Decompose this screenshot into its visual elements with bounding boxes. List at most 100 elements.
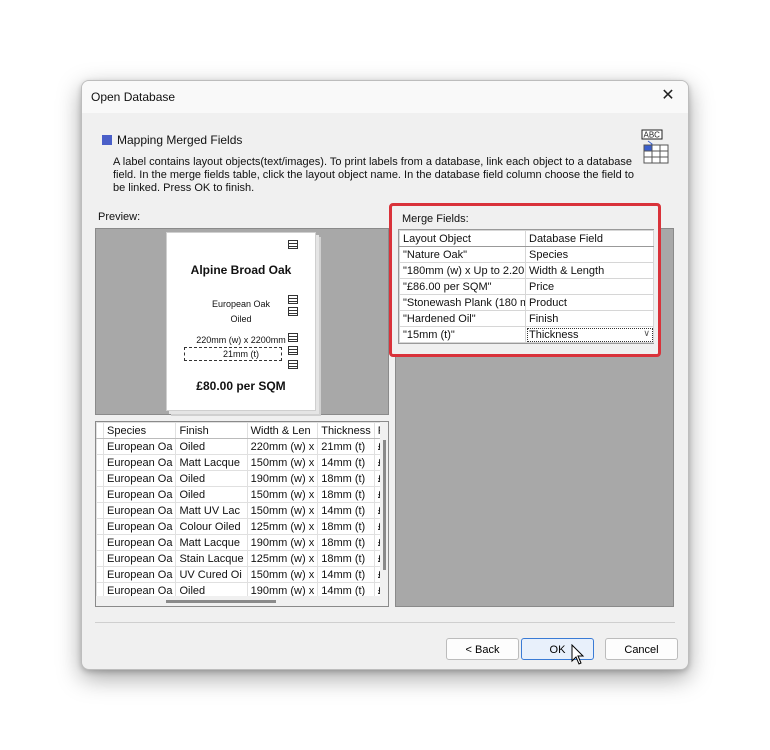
table-cell: UV Cured Oi [175,566,248,583]
row-indicator[interactable] [96,550,104,567]
cancel-button[interactable]: Cancel [605,638,678,660]
row-indicator[interactable] [96,566,104,583]
database-records-table[interactable]: Species Finish Width & Len Thickness Pr … [95,421,389,607]
layout-object-cell[interactable]: "Nature Oak" [399,246,526,263]
column-header-layout-object: Layout Object [399,230,526,247]
title-bar: Open Database ✕ [82,81,688,113]
mapping-icon [102,135,112,145]
layout-object-cell[interactable]: "15mm (t)" [399,326,526,343]
scrollbar-thumb[interactable] [383,440,386,570]
merge-row[interactable]: "Nature Oak" Species [399,246,654,263]
merge-fields-highlight: Merge Fields: Layout Object Database Fie… [389,203,661,357]
window-title: Open Database [91,90,176,104]
records-grid: Species Finish Width & Len Thickness Pr … [96,422,388,599]
merge-grid: Layout Object Database Field "Nature Oak… [399,230,654,343]
merge-row[interactable]: "Stonewash Plank (180 m Product [399,294,654,311]
row-indicator[interactable] [96,454,104,471]
table-cell: 18mm (t) [317,486,375,503]
preview-label: Preview: [98,211,141,223]
table-cell: 150mm (w) x [246,486,319,503]
table-cell: 125mm (w) x [246,550,319,567]
column-header[interactable]: Finish [175,422,248,439]
table-cell: European Oa [102,518,177,535]
table-cell: Matt Lacque [175,534,248,551]
chevron-down-icon[interactable]: ∨ [643,328,650,339]
table-row[interactable]: European Oa Stain Lacque 125mm (w) x 18mm (… [96,550,388,567]
table-cell: European Oa [102,454,177,471]
back-button[interactable]: < Back [446,638,519,660]
column-header[interactable]: Species [102,422,177,439]
table-cell: 18mm (t) [317,534,375,551]
table-cell: 18mm (t) [317,470,375,487]
database-field-icon [288,240,298,249]
table-cell: Oiled [175,470,248,487]
merge-row[interactable]: "£86.00 per SQM" Price [399,278,654,295]
scrollbar-thumb[interactable] [166,600,276,603]
layout-object-cell[interactable]: "180mm (w) x Up to 2.20 [399,262,526,279]
open-database-dialog: Open Database ✕ Mapping Merged Fields A … [81,80,689,670]
table-cell: 21mm (t) [317,438,375,455]
table-cell: 18mm (t) [317,518,375,535]
abc-table-icon: ABC [640,129,670,165]
column-header[interactable]: Width & Len [246,422,319,439]
close-icon[interactable]: ✕ [658,86,678,106]
database-field-cell[interactable]: Price [525,278,654,295]
table-row[interactable]: European Oa Matt UV Lac 150mm (w) x 14mm (t… [96,502,388,519]
table-cell: 18mm (t) [317,550,375,567]
label-preview: Alpine Broad Oak European Oak Oiled 220m… [95,228,389,415]
vertical-scrollbar[interactable] [380,422,388,606]
horizontal-scrollbar[interactable] [96,596,388,606]
row-indicator[interactable] [96,486,104,503]
merge-row[interactable]: "Hardened Oil" Finish [399,310,654,327]
column-header[interactable]: Thickness [317,422,375,439]
database-field-cell[interactable]: Product [525,294,654,311]
table-row[interactable]: European OaOiled220mm (w) x21mm (t)£8 [96,438,388,455]
table-cell: 150mm (w) x [246,566,319,583]
row-indicator[interactable] [96,438,104,455]
row-indicator[interactable] [96,502,104,519]
merge-fields-table[interactable]: Layout Object Database Field "Nature Oak… [398,229,654,344]
layout-object-cell[interactable]: "Stonewash Plank (180 m [399,294,526,311]
database-field-value: Thickness [529,328,579,341]
label-card: Alpine Broad Oak European Oak Oiled 220m… [166,232,316,411]
table-cell: 220mm (w) x [246,438,319,455]
table-cell: Oiled [175,486,248,503]
row-indicator[interactable] [96,518,104,535]
table-row[interactable]: European Oa Colour Oiled 125mm (w) x 18mm (… [96,518,388,535]
table-cell: European Oa [102,502,177,519]
database-field-cell[interactable]: Species [525,246,654,263]
table-cell: 150mm (w) x [246,454,319,471]
table-cell: European Oa [102,486,177,503]
database-field-cell[interactable]: Width & Length [525,262,654,279]
table-cell: Matt Lacque [175,454,248,471]
table-cell: 150mm (w) x [246,502,319,519]
table-cell: Oiled [175,438,248,455]
table-cell: Colour Oiled [175,518,248,535]
row-indicator-header [96,422,104,439]
table-row[interactable]: European OaOiled190mm (w) x18mm (t)£7 [96,470,388,487]
table-cell: European Oa [102,438,177,455]
section-description: A label contains layout objects(text/ima… [113,156,634,194]
database-field-cell[interactable]: Finish [525,310,654,327]
database-field-dropdown[interactable]: Thickness ∨ [525,326,654,343]
database-field-icon [288,307,298,316]
table-cell: 125mm (w) x [246,518,319,535]
table-cell: 190mm (w) x [246,470,319,487]
table-row[interactable]: European OaOiled150mm (w) x18mm (t)£6 [96,486,388,503]
merge-row[interactable]: "15mm (t)" Thickness ∨ [399,326,654,343]
table-cell: European Oa [102,550,177,567]
row-indicator[interactable] [96,470,104,487]
footer-divider [95,622,675,623]
layout-object-cell[interactable]: "£86.00 per SQM" [399,278,526,295]
table-row[interactable]: European Oa Matt Lacque 190mm (w) x 18mm (t… [96,534,388,551]
table-row[interactable]: European Oa UV Cured Oi 150mm (w) x 14mm (t… [96,566,388,583]
merge-row[interactable]: "180mm (w) x Up to 2.20 Width & Length [399,262,654,279]
section-title: Mapping Merged Fields [117,133,243,147]
row-indicator[interactable] [96,534,104,551]
table-cell: Matt UV Lac [175,502,248,519]
abc-icon-text: ABC [644,131,661,140]
layout-object-cell[interactable]: "Hardened Oil" [399,310,526,327]
table-row[interactable]: European Oa Matt Lacque 150mm (w) x 14mm (t… [96,454,388,471]
table-cell: 14mm (t) [317,566,375,583]
database-field-icon [288,295,298,304]
